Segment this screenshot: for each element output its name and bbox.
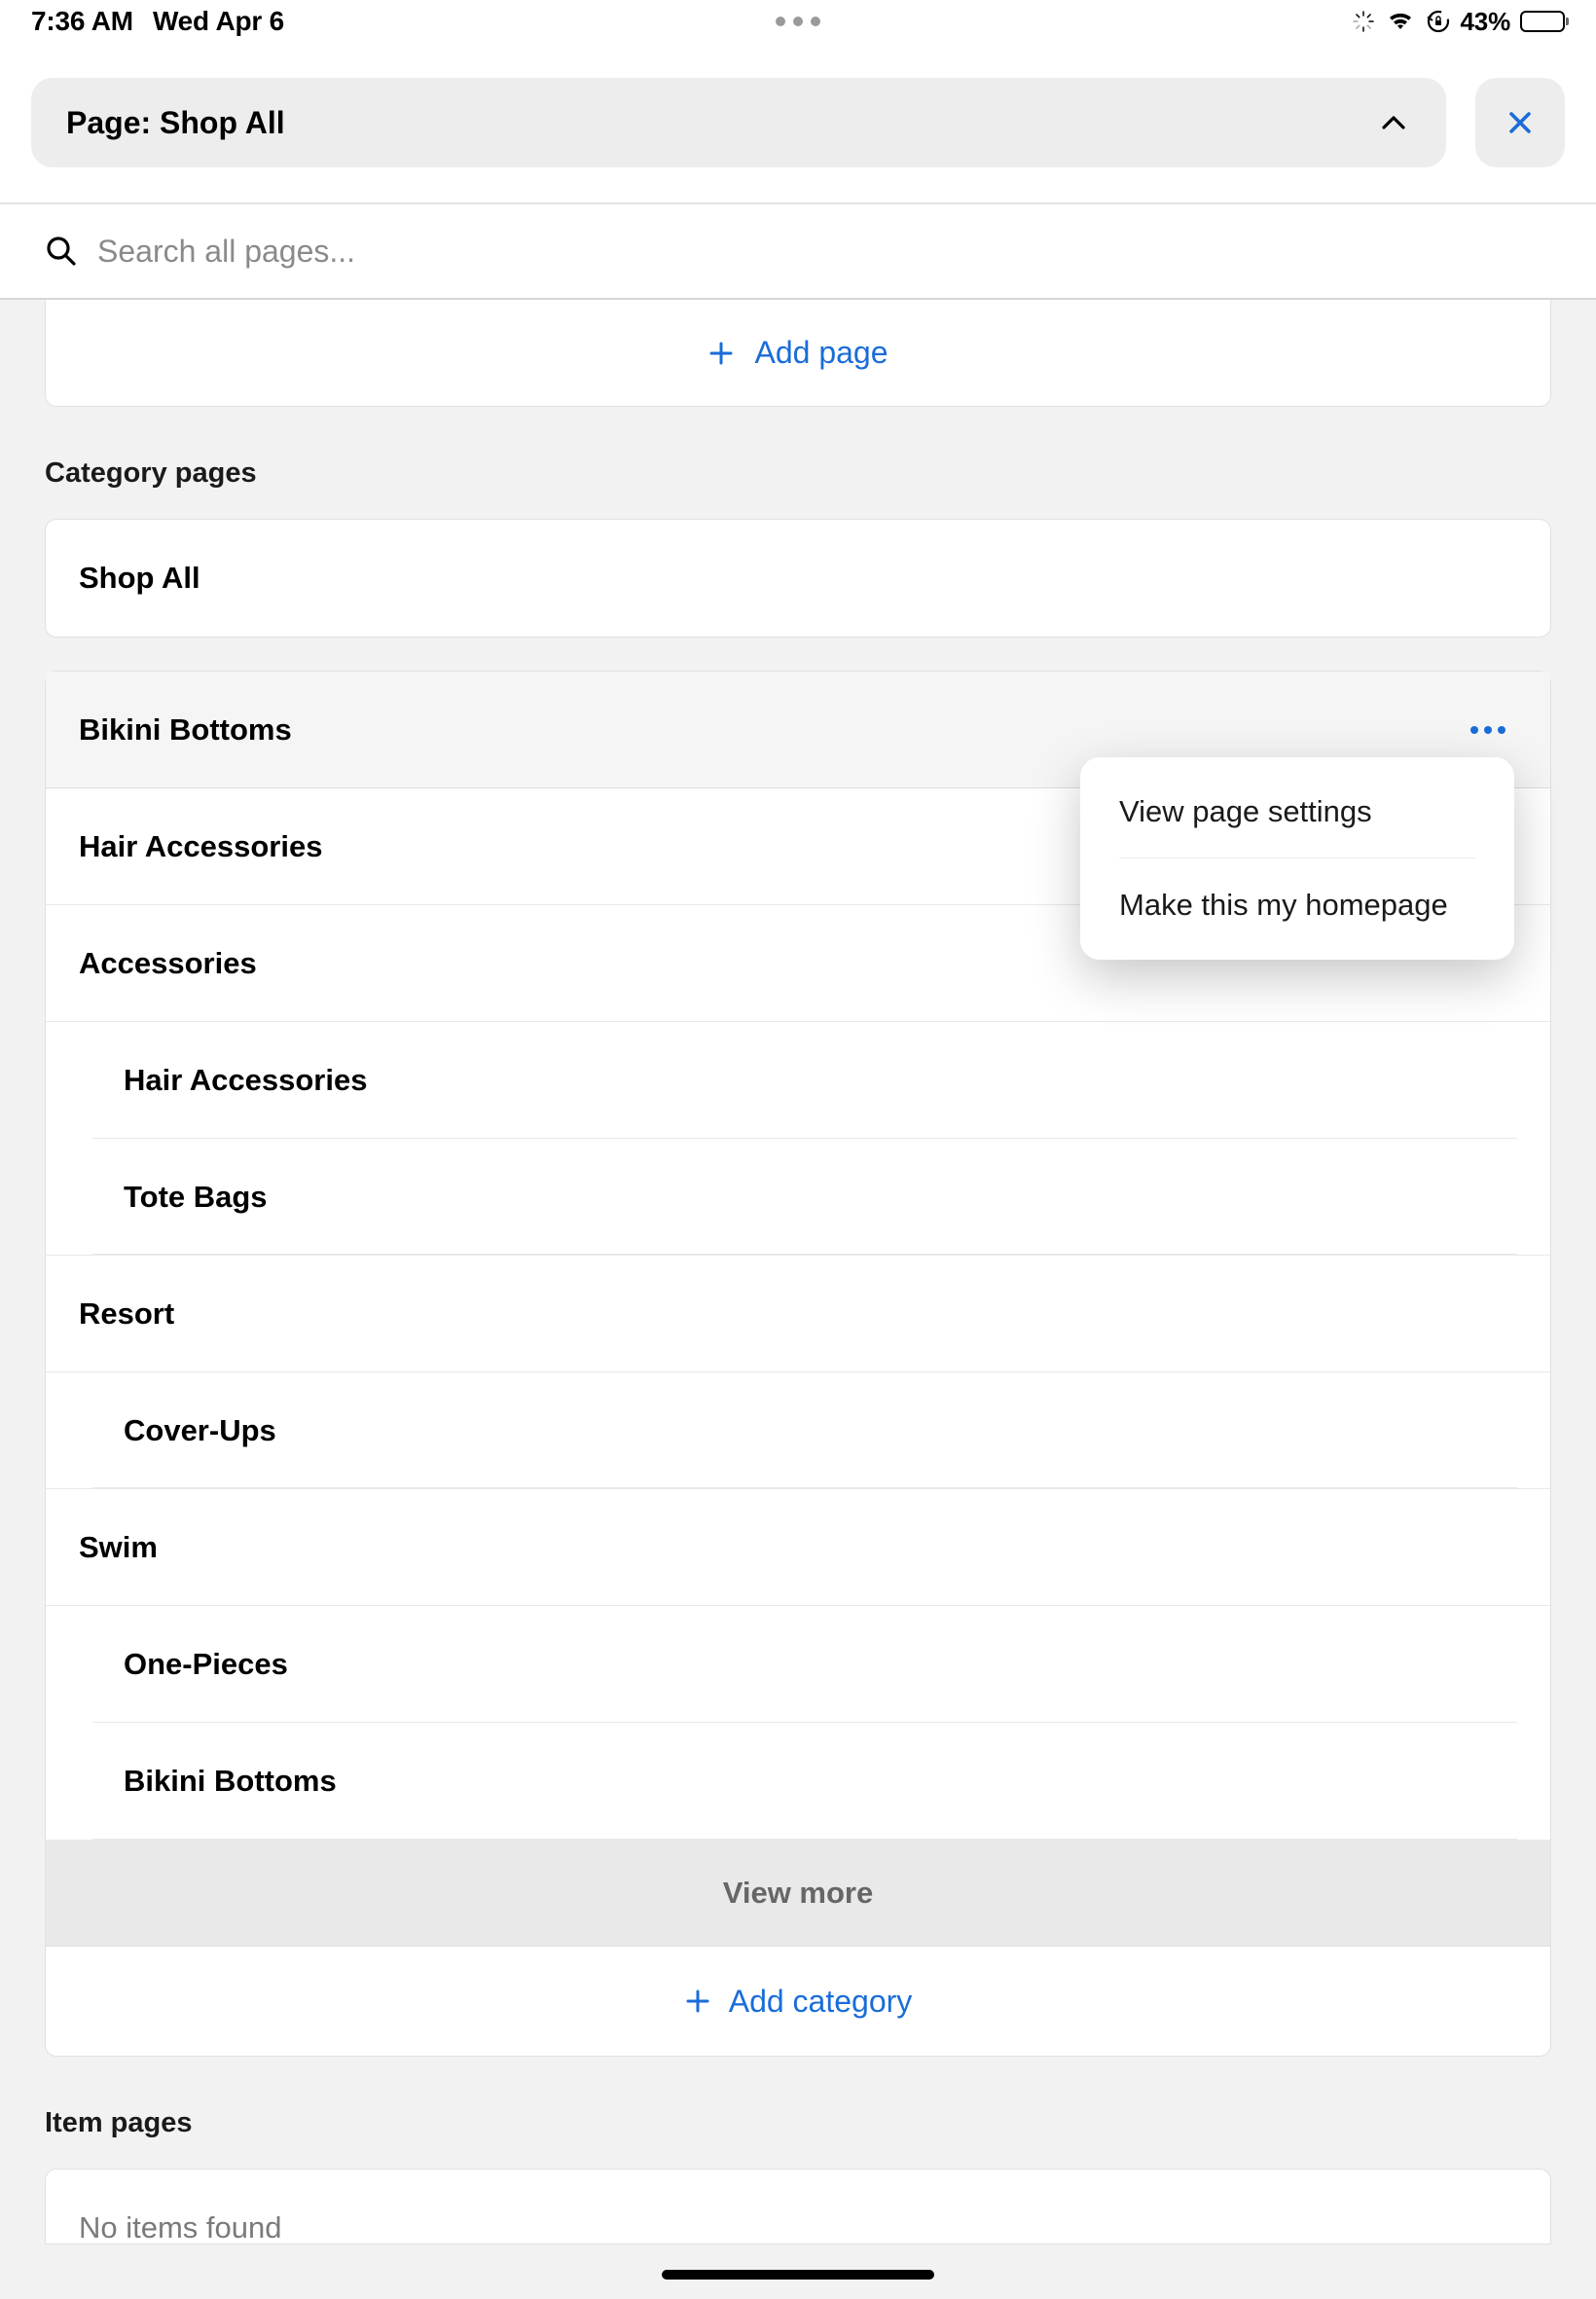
chevron-up-icon (1376, 105, 1411, 140)
category-row-hair-accessories-sub[interactable]: Hair Accessories (46, 1022, 1550, 1139)
add-page-button[interactable]: Add page (45, 300, 1551, 407)
status-time: 7:36 AM (31, 6, 133, 37)
search-bar[interactable] (0, 204, 1596, 298)
section-heading-category: Category pages (0, 407, 1596, 519)
items-empty-row: No items found (46, 2170, 1550, 2244)
view-more-button[interactable]: View more (46, 1840, 1550, 1947)
battery-percent: 43% (1461, 7, 1510, 37)
view-more-label: View more (723, 1876, 874, 1911)
context-menu: View page settings Make this my homepage (1080, 757, 1514, 960)
category-label: One-Pieces (124, 1647, 288, 1682)
add-category-label: Add category (729, 1984, 913, 2020)
battery-icon (1520, 11, 1565, 32)
add-page-label: Add page (754, 335, 888, 371)
home-indicator[interactable] (662, 2270, 934, 2280)
category-label: Bikini Bottoms (79, 712, 292, 748)
category-label: Cover-Ups (124, 1413, 276, 1448)
category-row-coverups[interactable]: Cover-Ups (46, 1372, 1550, 1489)
category-label: Bikini Bottoms (124, 1764, 337, 1799)
status-bar: 7:36 AM Wed Apr 6 43% (0, 0, 1596, 43)
plus-icon (707, 340, 735, 367)
category-row-one-pieces[interactable]: One-Pieces (46, 1606, 1550, 1723)
plus-icon (684, 1988, 711, 2015)
menu-item-make-homepage[interactable]: Make this my homepage (1080, 858, 1514, 952)
close-button[interactable] (1475, 78, 1565, 167)
items-empty-label: No items found (79, 2210, 282, 2244)
rotation-lock-icon (1426, 9, 1451, 34)
category-row-shop-all[interactable]: Shop All (46, 520, 1550, 637)
more-icon[interactable] (1459, 714, 1517, 746)
menu-item-view-settings[interactable]: View page settings (1080, 765, 1514, 858)
search-input[interactable] (97, 234, 1551, 270)
category-row-resort[interactable]: Resort (46, 1256, 1550, 1372)
wifi-icon (1385, 10, 1416, 33)
category-row-swim[interactable]: Swim (46, 1489, 1550, 1606)
items-card: No items found (45, 2169, 1551, 2244)
sync-icon (1352, 10, 1375, 33)
category-row-bikini-bottoms-sub[interactable]: Bikini Bottoms (46, 1723, 1550, 1840)
category-row-tote-bags[interactable]: Tote Bags (46, 1139, 1550, 1256)
page-selector-title: Page: Shop All (66, 105, 285, 141)
category-card-shop-all: Shop All (45, 519, 1551, 638)
category-label: Swim (79, 1530, 158, 1565)
category-label: Resort (79, 1296, 174, 1332)
page-header: Page: Shop All (0, 43, 1596, 202)
page-selector[interactable]: Page: Shop All (31, 78, 1446, 167)
add-category-button[interactable]: Add category (46, 1947, 1550, 2056)
page-body: Add page Category pages Shop All Bikini … (0, 300, 1596, 2299)
category-label: Accessories (79, 946, 257, 981)
category-label: Hair Accessories (79, 829, 322, 864)
menu-item-label: Make this my homepage (1119, 888, 1448, 922)
category-label: Shop All (79, 561, 200, 596)
search-icon (45, 235, 78, 268)
close-icon (1503, 105, 1538, 140)
category-label: Tote Bags (124, 1180, 268, 1215)
status-date: Wed Apr 6 (153, 6, 284, 37)
multitask-dots (776, 17, 820, 26)
menu-item-label: View page settings (1119, 794, 1372, 828)
category-label: Hair Accessories (124, 1063, 367, 1098)
section-heading-items: Item pages (0, 2057, 1596, 2169)
